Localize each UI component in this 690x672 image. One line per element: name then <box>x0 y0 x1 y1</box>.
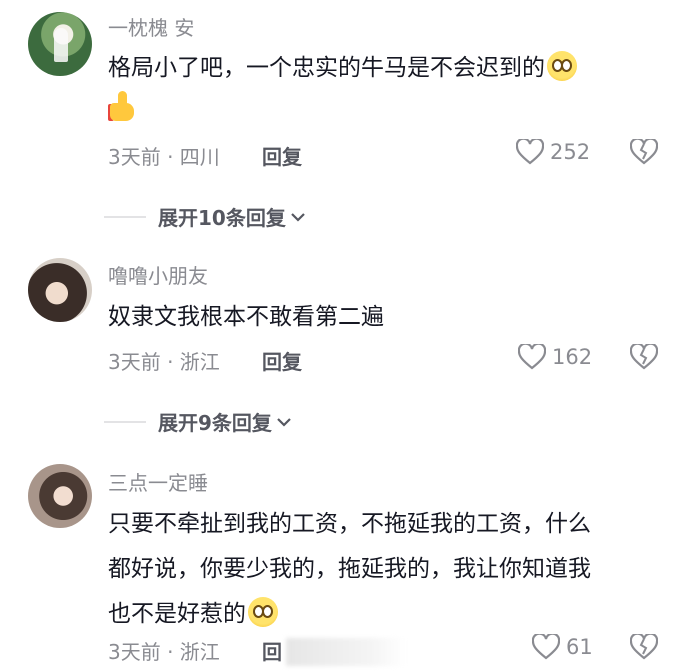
comment-text: 格局小了吧，一个忠实的牛马是不会迟到的 <box>108 48 668 128</box>
broken-heart-icon <box>630 634 658 660</box>
like-count: 162 <box>552 345 593 369</box>
comment-text-line: 都好说，你要少我的，拖延我的，我让你知道我 <box>108 556 591 582</box>
comment-meta: 3天前 · 四川 <box>108 145 220 169</box>
like-button[interactable]: 252 <box>516 139 590 165</box>
dislike-button[interactable] <box>630 344 658 370</box>
dislike-button[interactable] <box>630 634 658 660</box>
heart-icon <box>518 344 546 370</box>
like-count: 252 <box>550 140 591 164</box>
reply-button[interactable]: 回复 <box>262 141 302 170</box>
comment-text-content: 格局小了吧，一个忠实的牛马是不会迟到的 <box>108 55 545 81</box>
thumbs-up-emoji-icon <box>108 91 138 121</box>
grinning-face-emoji-icon <box>248 597 278 627</box>
broken-heart-icon <box>630 139 658 165</box>
reply-button[interactable]: 回复 <box>262 346 302 375</box>
chevron-down-icon <box>277 417 291 427</box>
reply-button[interactable]: 回 <box>262 636 282 665</box>
dislike-button[interactable] <box>630 139 658 165</box>
comment-text: 只要不牵扯到我的工资，不拖延我的工资，什么 都好说，你要少我的，拖延我的，我让你… <box>108 502 668 637</box>
blurred-overlay <box>286 638 406 666</box>
comment-meta: 3天前 · 浙江 <box>108 640 220 664</box>
comment-meta: 3天前 · 浙江 <box>108 350 220 374</box>
heart-icon <box>532 634 560 660</box>
heart-icon <box>516 139 544 165</box>
avatar[interactable] <box>28 464 92 528</box>
grinning-face-emoji-icon <box>547 51 577 81</box>
comment-text-line: 只要不牵扯到我的工资，不拖延我的工资，什么 <box>108 511 591 537</box>
avatar[interactable] <box>28 258 92 322</box>
like-button[interactable]: 61 <box>532 634 593 660</box>
expand-replies-label: 展开10条回复 <box>158 206 286 230</box>
expand-replies-button[interactable]: 展开9条回复 <box>104 407 292 436</box>
comment-username[interactable]: 三点一定睡 <box>108 467 208 496</box>
broken-heart-icon <box>630 344 658 370</box>
divider-line <box>104 420 146 423</box>
comment-text-line: 也不是好惹的 <box>108 601 246 627</box>
expand-replies-label: 展开9条回复 <box>158 411 272 435</box>
like-button[interactable]: 162 <box>518 344 592 370</box>
divider-line <box>104 215 146 218</box>
like-count: 61 <box>566 635 593 659</box>
chevron-down-icon <box>291 212 305 222</box>
avatar[interactable] <box>28 12 92 76</box>
comment-username[interactable]: 一枕槐 安 <box>108 12 194 41</box>
comment-text: 奴隶文我根本不敢看第二遍 <box>108 304 384 330</box>
expand-replies-button[interactable]: 展开10条回复 <box>104 202 306 231</box>
comment-username[interactable]: 噜噜小朋友 <box>108 260 208 289</box>
